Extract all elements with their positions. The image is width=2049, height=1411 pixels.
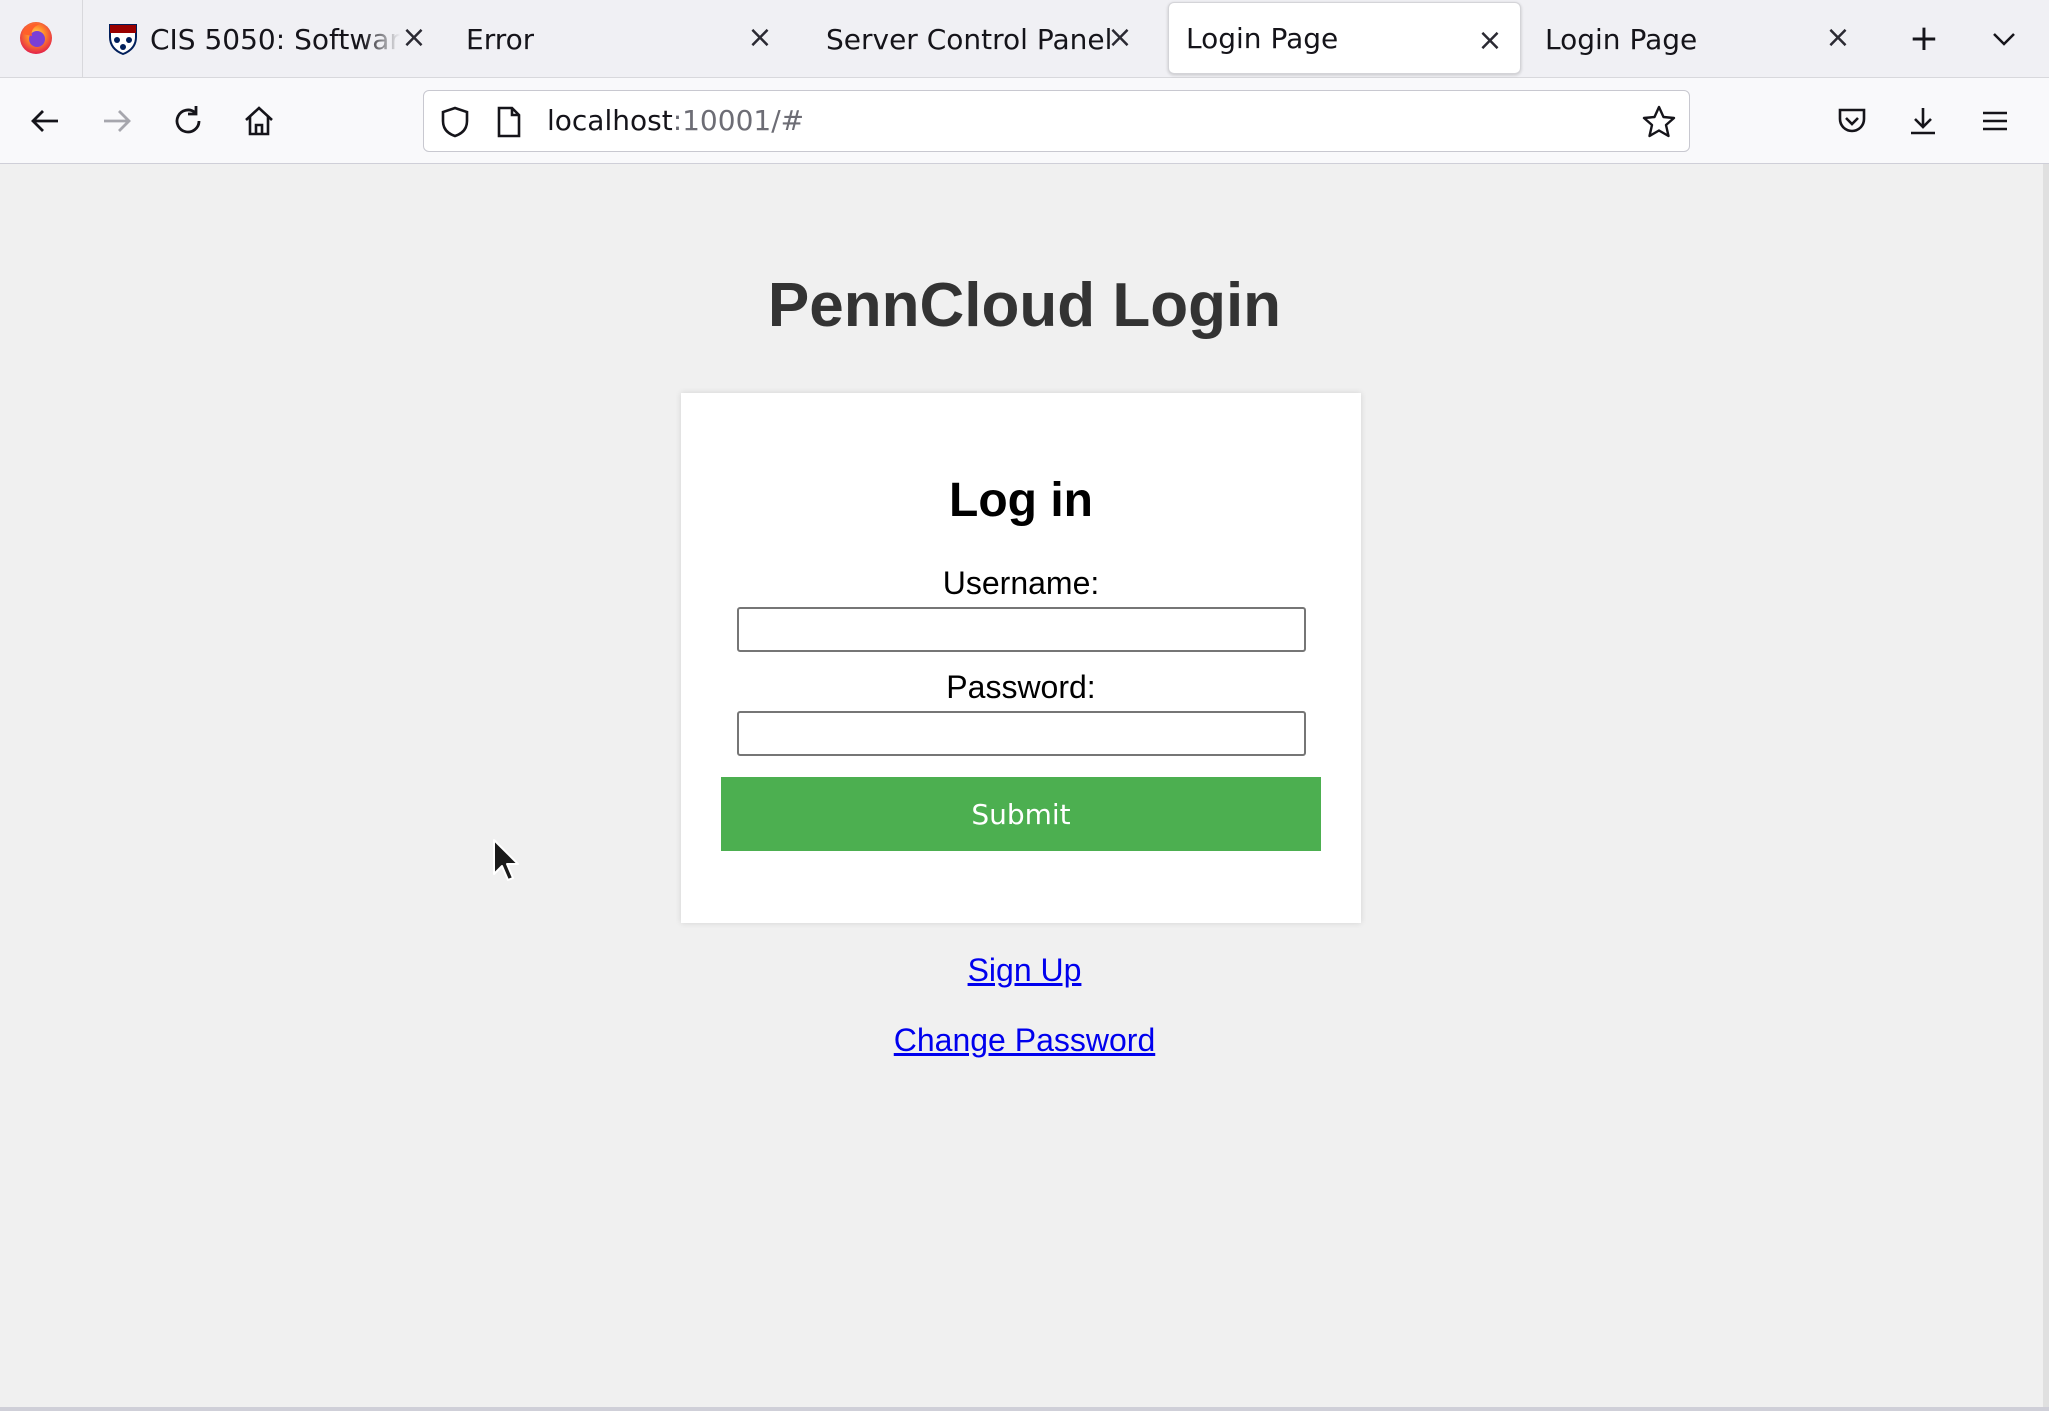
change-password-link[interactable]: Change Password bbox=[0, 1022, 2049, 1059]
password-field[interactable] bbox=[737, 711, 1306, 756]
forward-arrow-icon[interactable] bbox=[95, 99, 139, 143]
tab-error[interactable]: Error × bbox=[450, 0, 790, 78]
penn-shield-icon bbox=[109, 24, 137, 55]
pocket-icon[interactable] bbox=[1830, 99, 1874, 143]
shield-icon[interactable] bbox=[438, 105, 472, 139]
submit-button[interactable]: Submit bbox=[721, 777, 1321, 851]
tab-close-icon[interactable]: × bbox=[1104, 22, 1136, 54]
navigation-toolbar: localhost:10001/# bbox=[0, 78, 2049, 164]
back-arrow-icon[interactable] bbox=[23, 99, 67, 143]
window-bottom-border bbox=[0, 1407, 2049, 1411]
firefox-logo-icon[interactable] bbox=[16, 18, 56, 58]
page-title: PennCloud Login bbox=[767, 271, 1282, 340]
mouse-pointer-icon bbox=[493, 839, 519, 881]
username-label: Username: bbox=[942, 565, 1100, 601]
username-field[interactable] bbox=[737, 607, 1306, 652]
tab-login-page[interactable]: Login Page × bbox=[1528, 0, 1868, 78]
tab-title: CIS 5050: Software bbox=[150, 22, 400, 56]
tab-close-icon[interactable]: × bbox=[398, 22, 430, 54]
tab-close-icon[interactable]: × bbox=[1822, 22, 1854, 54]
home-icon[interactable] bbox=[237, 99, 281, 143]
tab-separator bbox=[82, 0, 83, 78]
download-icon[interactable] bbox=[1901, 99, 1945, 143]
new-tab-icon[interactable]: + bbox=[1903, 18, 1945, 60]
login-heading: Log in bbox=[949, 474, 1093, 527]
reload-icon[interactable] bbox=[166, 99, 210, 143]
login-card: Log in Username: Password: Submit bbox=[681, 393, 1361, 923]
star-icon[interactable] bbox=[1641, 104, 1677, 140]
tab-login-page-active[interactable]: Login Page × bbox=[1168, 2, 1521, 74]
address-bar[interactable]: localhost:10001/# bbox=[423, 90, 1690, 152]
url-host: localhost bbox=[547, 104, 673, 137]
tab-title: Login Page bbox=[1186, 21, 1339, 55]
url-path: :10001/# bbox=[672, 104, 805, 137]
page-icon bbox=[497, 106, 521, 138]
hamburger-menu-icon[interactable] bbox=[1973, 99, 2017, 143]
tab-close-icon[interactable]: × bbox=[744, 22, 776, 54]
window-right-border bbox=[2043, 164, 2049, 1411]
tab-close-icon[interactable]: × bbox=[1474, 25, 1506, 57]
sign-up-link[interactable]: Sign Up bbox=[0, 952, 2049, 989]
tab-list-chevron-down-icon[interactable] bbox=[1983, 18, 2025, 60]
url-text[interactable]: localhost:10001/# bbox=[547, 104, 804, 137]
password-label: Password: bbox=[946, 669, 1096, 705]
tab-cis5050[interactable]: CIS 5050: Software × bbox=[100, 0, 430, 78]
tab-strip: CIS 5050: Software × Error × Server Cont… bbox=[0, 0, 2049, 78]
tab-title: Login Page bbox=[1545, 22, 1698, 56]
tab-server-control-panel[interactable]: Server Control Panel × bbox=[810, 0, 1150, 78]
tab-title: Server Control Panel bbox=[826, 22, 1113, 56]
tab-title: Error bbox=[466, 22, 535, 56]
